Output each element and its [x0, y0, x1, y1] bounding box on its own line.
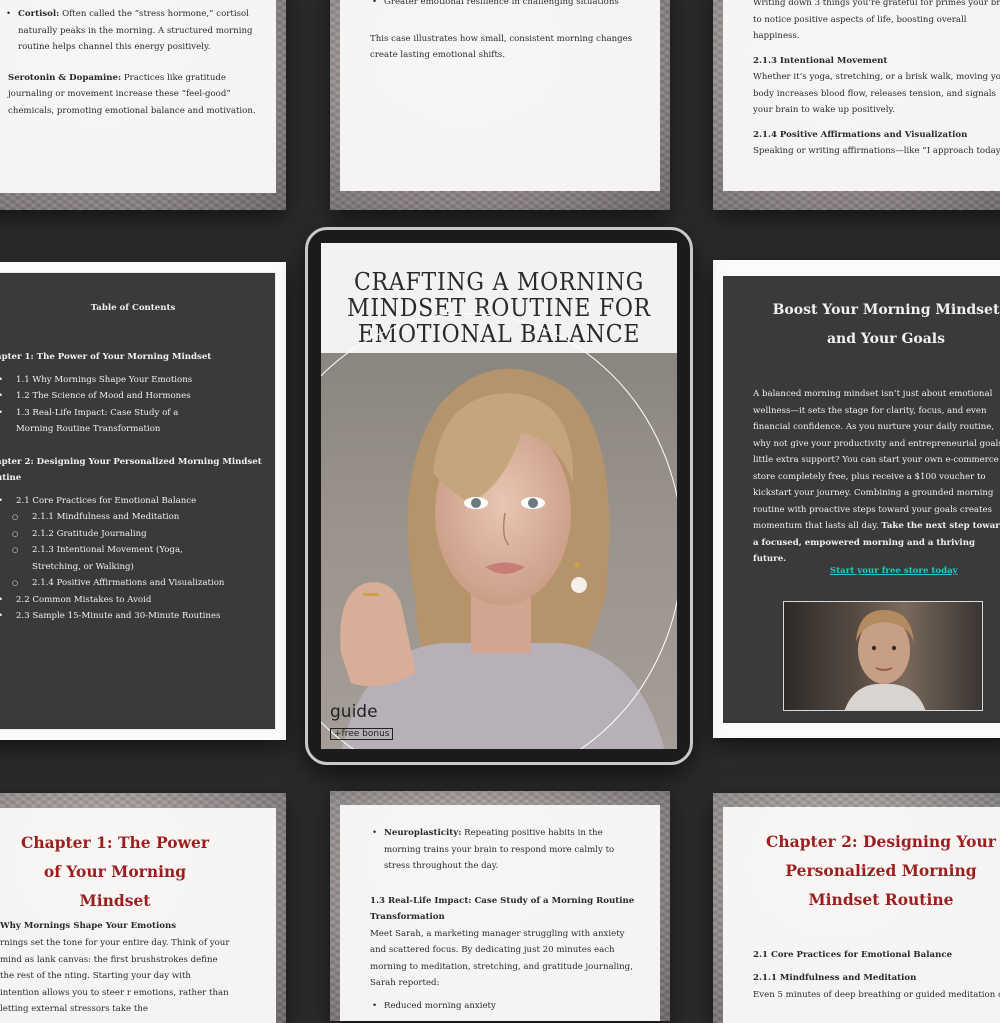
section-heading: 1.3 Real-Life Impact: Case Study of a Mo…	[370, 895, 635, 923]
paragraph: Speaking or writing affirmations—like “I…	[753, 146, 1000, 156]
tablet-device: CRAFTING A MORNING MINDSET ROUTINE FOR E…	[305, 227, 693, 765]
page-content: Cortisol: Often called the “stress hormo…	[0, 0, 276, 193]
toc-title: Table of Contents	[90, 303, 176, 313]
page-bottom-left: Chapter 1: The Power of Your Morning Min…	[0, 793, 286, 1023]
list-item: Greater emotional resilience in challeng…	[370, 0, 642, 11]
toc-chapter-2[interactable]: apter 2: Designing Your Personalized Mor…	[0, 454, 266, 471]
cover-portrait	[321, 313, 677, 749]
section-heading: 2.1.1 Mindfulness and Meditation	[753, 973, 917, 983]
toc-subitem[interactable]: 2.1.3 Intentional Movement (Yoga, Stretc…	[0, 542, 212, 575]
cover-badge: guide +free bonus	[330, 702, 394, 740]
toc-item[interactable]: 1.2 The Science of Mood and Hormones	[0, 388, 266, 405]
paragraph: Even 5 minutes of deep breathing or guid…	[753, 990, 1000, 1000]
page-content: Chapter 2: Designing Your Personalized M…	[723, 807, 1000, 1023]
page-bottom-center: Neuroplasticity: Repeating positive habi…	[330, 791, 670, 1021]
section-heading: 2.1.3 Intentional Movement	[753, 55, 888, 66]
toc-chapter-2-list: 2.1 Core Practices for Emotional Balance…	[0, 493, 266, 625]
section-heading: 2.1 Core Practices for Emotional Balance	[753, 950, 953, 960]
woman-portrait-icon	[844, 610, 926, 710]
cover-screen: CRAFTING A MORNING MINDSET ROUTINE FOR E…	[321, 243, 677, 749]
page-top-right: Writing down 3 things you’re grateful fo…	[713, 0, 1000, 210]
chapter-title: Chapter 1: The Power of Your Morning Min…	[21, 833, 209, 910]
toc-chapter-1[interactable]: apter 1: The Power of Your Morning Minds…	[0, 349, 266, 366]
start-free-store-link[interactable]: Start your free store today	[830, 566, 958, 576]
paragraph: This case illustrates how small, consist…	[370, 33, 633, 61]
paragraph: Whether it’s yoga, stretching, or a bris…	[753, 72, 1000, 115]
paragraph: rnings set the tone for your entire day.…	[0, 938, 230, 1014]
badge-bonus: +free bonus	[330, 728, 394, 740]
page-content: Table of Contents apter 1: The Power of …	[0, 272, 276, 730]
list-item: Serotonin & Dopamine: Practices like gra…	[8, 72, 256, 116]
page-content: Writing down 3 things you’re grateful fo…	[723, 0, 1000, 191]
toc-chapter-2-cont[interactable]: utine	[0, 470, 266, 487]
bonus-title: Boost Your Morning Mindset and Your Goal…	[772, 302, 1000, 347]
paragraph: Writing down 3 things you’re grateful fo…	[753, 0, 1000, 41]
page-content: Neuroplasticity: Repeating positive habi…	[340, 805, 660, 1021]
page-top-center: Greater emotional resilience in challeng…	[330, 0, 670, 210]
bonus-photo	[783, 601, 983, 711]
list-item: Neuroplasticity: Repeating positive habi…	[370, 825, 638, 875]
section-heading: 2.1.4 Positive Affirmations and Visualiz…	[753, 129, 968, 140]
toc-item[interactable]: 1.3 Real-Life Impact: Case Study of a Mo…	[0, 405, 216, 438]
chapter-title: Chapter 2: Designing Your Personalized M…	[766, 832, 996, 909]
page-bottom-right: Chapter 2: Designing Your Personalized M…	[713, 793, 1000, 1023]
toc-item[interactable]: 1.1 Why Mornings Shape Your Emotions	[0, 372, 266, 389]
toc-chapter-1-list: 1.1 Why Mornings Shape Your Emotions 1.2…	[0, 372, 266, 438]
toc-subitem[interactable]: 2.1.4 Positive Affirmations and Visualiz…	[0, 575, 266, 592]
page-content: Boost Your Morning Mindset and Your Goal…	[723, 276, 1000, 723]
toc-subitem[interactable]: 2.1.1 Mindfulness and Meditation	[0, 509, 266, 526]
paragraph: Meet Sarah, a marketing manager struggli…	[370, 928, 633, 989]
toc-subitem[interactable]: 2.1.2 Gratitude Journaling	[0, 526, 266, 543]
section-heading: Why Mornings Shape Your Emotions	[0, 921, 177, 931]
page-content: Greater emotional resilience in challeng…	[340, 0, 660, 191]
page-bonus: Boost Your Morning Mindset and Your Goal…	[713, 260, 1000, 738]
list-item: Cortisol: Often called the “stress hormo…	[4, 6, 264, 56]
page-table-of-contents: Table of Contents apter 1: The Power of …	[0, 262, 286, 740]
page-content: Chapter 1: The Power of Your Morning Min…	[0, 808, 276, 1023]
bonus-paragraph: A balanced morning mindset isn’t just ab…	[753, 389, 1000, 564]
badge-guide: guide	[330, 702, 378, 722]
toc-item[interactable]: 2.1 Core Practices for Emotional Balance	[0, 493, 266, 510]
toc-item[interactable]: 2.2 Common Mistakes to Avoid	[0, 592, 266, 609]
page-top-left: Cortisol: Often called the “stress hormo…	[0, 0, 286, 210]
toc-item[interactable]: 2.3 Sample 15-Minute and 30-Minute Routi…	[0, 608, 266, 625]
